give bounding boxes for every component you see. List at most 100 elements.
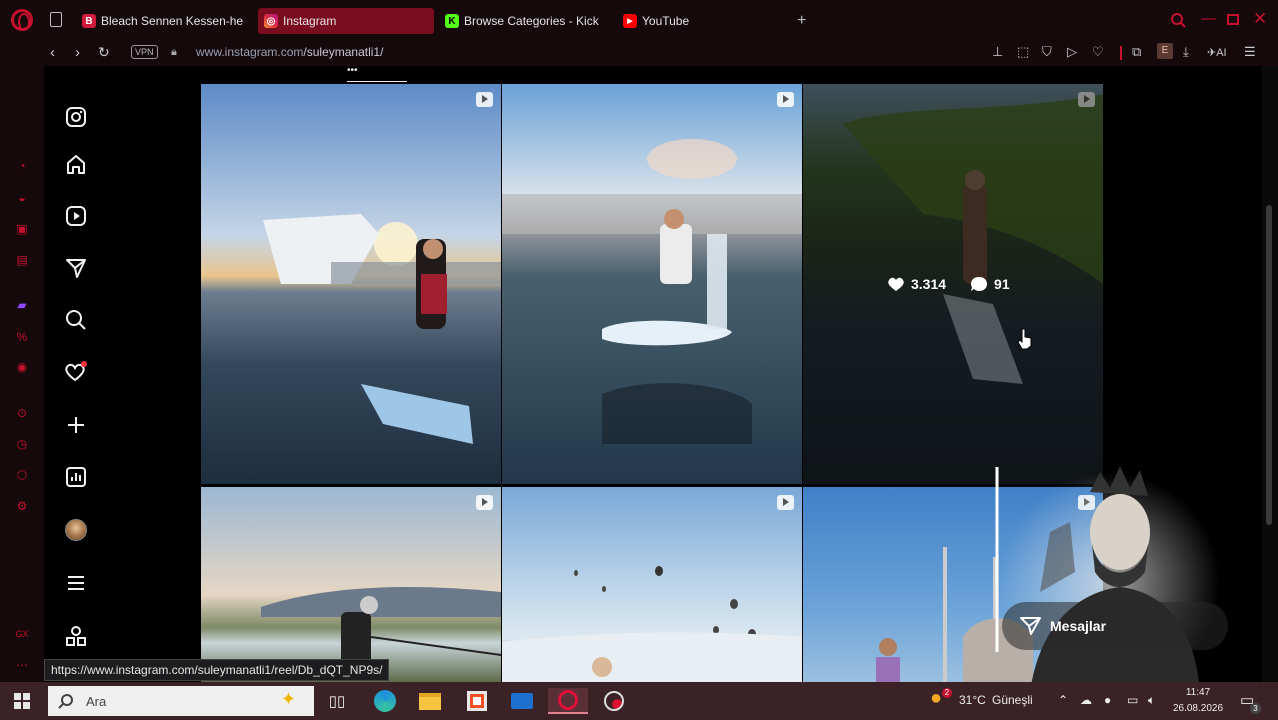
tab-bar: B Bleach Sennen Kessen-hen ◎ Instagram K… [0, 0, 1278, 40]
discord-icon[interactable]: % [14, 330, 30, 346]
instagram-favicon-icon: ◎ [264, 14, 278, 28]
forward-icon[interactable]: › [75, 44, 80, 61]
tab-instagram[interactable]: ◎ Instagram [258, 8, 434, 34]
weather-badge: 2 [942, 688, 952, 698]
onedrive-icon[interactable]: ☁︎ [1080, 693, 1092, 707]
mail-icon[interactable] [509, 688, 535, 714]
comment-bubble-icon [971, 277, 988, 291]
player-icon[interactable]: ⊙ [14, 406, 30, 422]
volume-icon[interactable]: 🔈︎ [1148, 693, 1155, 708]
direct-messages-icon[interactable] [63, 255, 89, 281]
tab-label: YouTube [642, 14, 690, 28]
task-view-icon[interactable]: ▯▯ [324, 688, 350, 714]
post-tile[interactable] [502, 84, 802, 484]
pin-icon[interactable]: ⊥ [992, 44, 1003, 60]
search-highlight-icon: ✦ [280, 689, 296, 709]
tab-label: Instagram [283, 14, 337, 28]
weather-temp[interactable]: 31°C [959, 693, 986, 707]
extensions-sidebar-icon[interactable]: ⬡ [14, 468, 30, 484]
shield-icon[interactable]: ⛉ [1042, 44, 1052, 60]
reels-icon[interactable] [63, 203, 89, 229]
comments-count: 91 [994, 276, 1010, 292]
aria-ai-button[interactable]: ✈︎AI [1207, 46, 1227, 59]
search-placeholder: Ara [86, 693, 107, 709]
bleach-favicon-icon: B [82, 14, 96, 28]
active-tab-underline [347, 81, 407, 82]
weather-desc[interactable]: Güneşli [992, 693, 1033, 707]
windows-taskbar: Ara ✦ ▯▯ ● 2 31°C Güneşli ⌃ ☁︎ ● ▭ 🔈︎ 11… [0, 682, 1278, 720]
notifications-heart-icon[interactable] [63, 359, 89, 385]
vpn-badge[interactable]: VPN [131, 45, 158, 59]
windows-start-icon[interactable] [14, 693, 30, 709]
post-tile[interactable] [201, 487, 501, 682]
url-field[interactable]: www.instagram.com/suleymanatli1/ [196, 45, 383, 59]
tab-snap-icon[interactable] [50, 12, 62, 27]
search-icon[interactable] [63, 307, 89, 333]
tab-youtube[interactable]: ▶ YouTube [617, 8, 787, 34]
settings-icon[interactable]: ⚙︎ [14, 499, 30, 515]
store-icon[interactable] [464, 688, 490, 714]
post-tile[interactable] [502, 487, 802, 682]
post-tile-hovered[interactable]: 3.314 91 [803, 84, 1103, 484]
whatsapp-icon[interactable]: ▤ [14, 253, 30, 269]
also-from-meta-icon[interactable] [63, 623, 89, 649]
history-icon[interactable]: ◷ [14, 437, 30, 453]
more-menu-icon[interactable] [63, 570, 89, 596]
file-explorer-icon[interactable] [417, 688, 443, 714]
heart-icon[interactable]: ♡ [1092, 44, 1104, 60]
profile-avatar[interactable] [63, 517, 89, 543]
tray-chevron-icon[interactable]: ⌃ [1058, 693, 1068, 707]
close-icon[interactable]: ✕ [1253, 9, 1267, 29]
instagram-nav [44, 66, 112, 682]
taskbar-search[interactable]: Ara ✦ [48, 686, 314, 716]
instagram-logo-icon[interactable] [63, 104, 89, 130]
home-icon[interactable] [63, 151, 89, 177]
extensions-icon[interactable]: ⧉ [1132, 44, 1141, 60]
music-icon[interactable]: ◉ [14, 360, 30, 376]
messages-label: Mesajlar [1050, 618, 1107, 634]
new-tab-plus-icon[interactable]: + [797, 12, 806, 30]
speed-dial-icon[interactable]: ◔ [14, 159, 30, 175]
opera-gx-taskbar-icon[interactable] [548, 688, 588, 714]
microphone-icon[interactable]: ● [1104, 693, 1111, 707]
scrollbar-thumb[interactable] [1266, 205, 1272, 525]
divider [1120, 46, 1122, 60]
messages-button[interactable]: Mesajlar [1002, 602, 1228, 650]
minimize-icon[interactable]: — [1201, 10, 1216, 27]
maximize-icon[interactable] [1227, 14, 1239, 25]
download-icon[interactable]: ⤓ [1183, 44, 1189, 60]
weather-icon[interactable]: ● [930, 687, 942, 710]
reload-icon[interactable]: ↻ [98, 44, 110, 61]
create-plus-icon[interactable] [63, 412, 89, 438]
chair-surf-thumbnail [502, 139, 802, 444]
lock-icon[interactable]: 🔒︎ [171, 46, 177, 59]
like-heart-icon [888, 277, 904, 291]
send-icon[interactable]: ▷ [1067, 44, 1077, 60]
address-bar: ‹ › ↻ VPN 🔒︎ www.instagram.com/suleymana… [0, 40, 1278, 66]
back-icon[interactable]: ‹ [50, 44, 55, 61]
tab-kick[interactable]: K Browse Categories - Kick [439, 8, 605, 34]
snapshot-icon[interactable]: ⬚ [1017, 44, 1029, 60]
post-tile[interactable] [201, 84, 501, 484]
sidebar-more-icon[interactable]: ⋯ [14, 658, 30, 674]
gx-icon[interactable]: GX [14, 629, 30, 645]
aria-icon[interactable]: ◒ [14, 191, 30, 207]
tab-bleach[interactable]: B Bleach Sennen Kessen-hen [76, 8, 244, 34]
dashboard-icon[interactable] [63, 464, 89, 490]
post-stats: 3.314 91 [887, 276, 1010, 292]
tab-label: Browse Categories - Kick [464, 14, 599, 28]
edge-icon[interactable] [372, 688, 398, 714]
youtube-favicon-icon: ▶ [623, 14, 637, 28]
app-red-icon[interactable] [601, 688, 627, 714]
reel-badge-icon [476, 92, 493, 107]
menu-icon[interactable]: ☰ [1244, 44, 1256, 60]
streamer-overlay-image [995, 466, 1220, 692]
opera-logo-icon[interactable] [11, 9, 33, 31]
messenger-icon[interactable]: ▣ [14, 222, 30, 238]
extension-e-icon[interactable]: E [1157, 43, 1173, 59]
tab-search-icon[interactable] [1171, 13, 1186, 28]
twitch-icon[interactable]: ▰ [14, 298, 30, 314]
taskbar-clock[interactable]: 11:47 26.08.2026 [1170, 685, 1226, 717]
network-icon[interactable]: ▭ [1127, 693, 1138, 707]
messages-send-icon [1020, 617, 1041, 635]
